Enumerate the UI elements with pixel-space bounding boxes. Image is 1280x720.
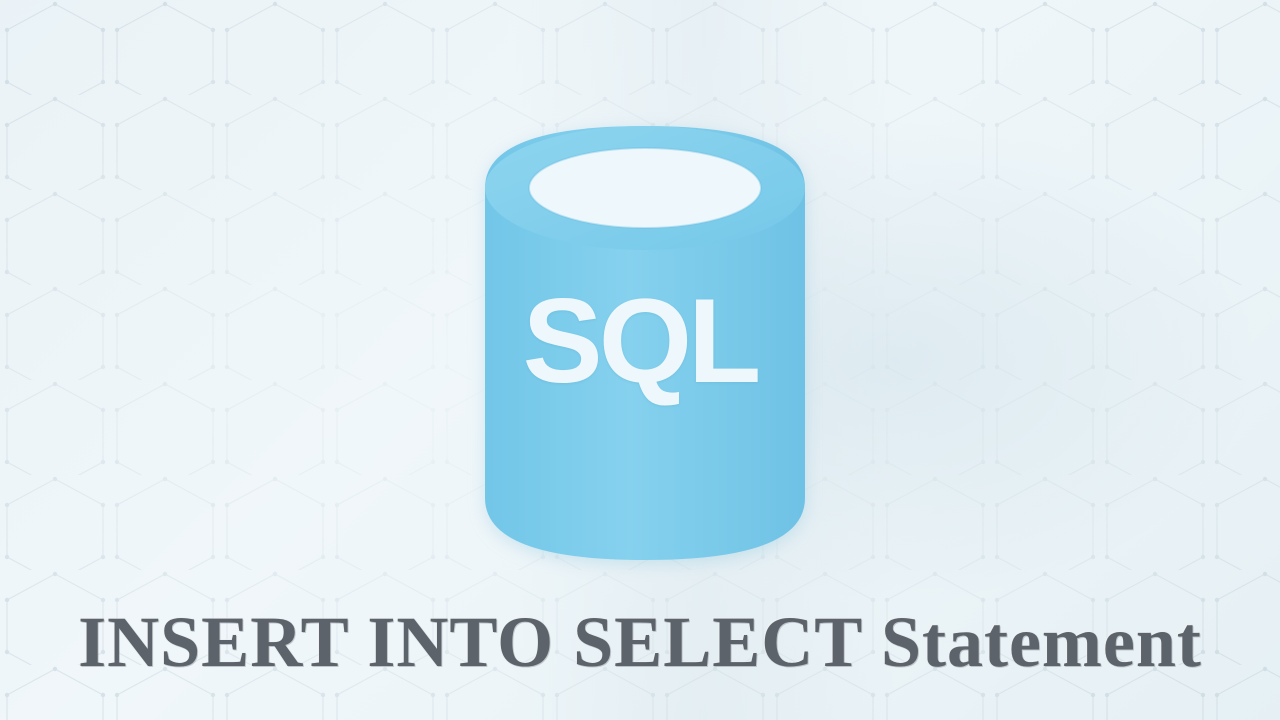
page-title: INSERT INTO SELECT Statement xyxy=(0,601,1280,684)
main-content: SQL INSERT INTO SELECT Statement xyxy=(0,0,1280,720)
sql-logo-text: SQL xyxy=(523,272,758,410)
